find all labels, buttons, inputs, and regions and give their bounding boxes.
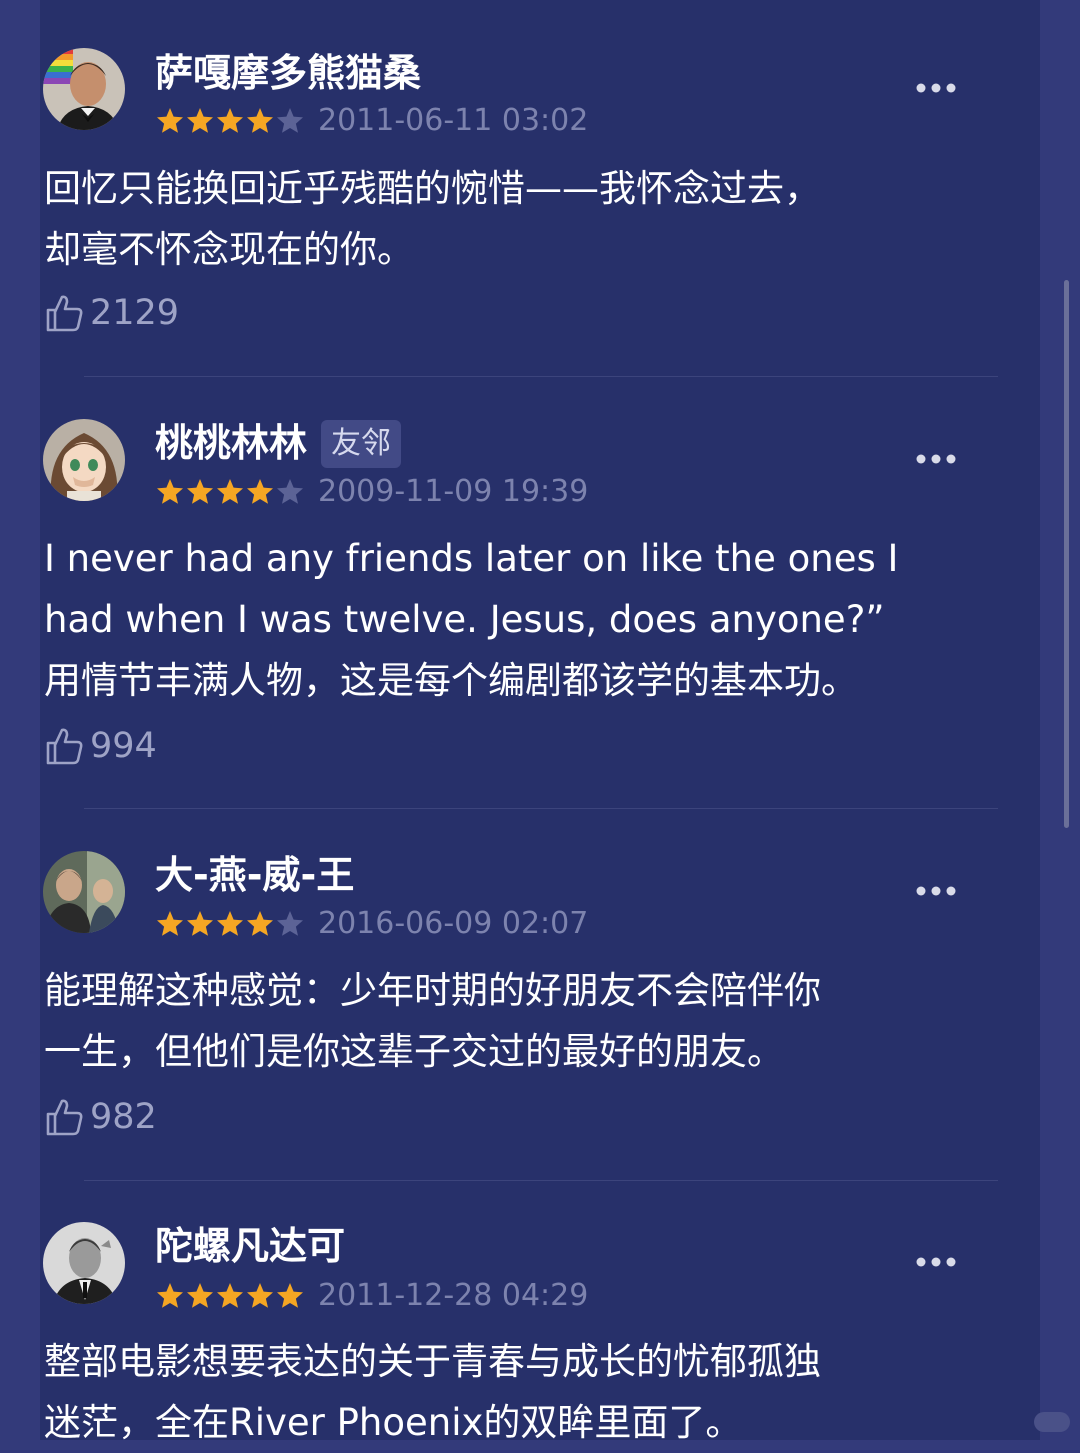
rating-stars <box>155 477 305 507</box>
like-count: 2129 <box>90 293 180 333</box>
star-filled-icon <box>187 479 213 504</box>
thumbs-up-icon <box>46 728 83 765</box>
star-filled-icon <box>217 1283 243 1308</box>
star-filled-icon <box>247 911 273 936</box>
star-empty-icon <box>277 108 303 133</box>
star-filled-icon <box>157 108 183 133</box>
thumbs-up-icon <box>46 295 83 332</box>
star-filled-icon <box>217 108 243 133</box>
review-date: 2016-06-09 02:07 <box>318 906 589 941</box>
thumbs-up-icon <box>46 1099 83 1136</box>
like-count: 994 <box>90 726 157 766</box>
user-name-text[interactable]: 桃桃林林 <box>155 421 307 465</box>
review-date: 2011-06-11 03:02 <box>318 103 589 138</box>
star-filled-icon <box>277 1283 303 1308</box>
star-filled-icon <box>157 911 183 936</box>
more-dots-icon[interactable] <box>915 82 957 94</box>
user-name[interactable]: 陀螺凡达可 <box>155 1223 345 1269</box>
review-text: 能理解这种感觉：少年时期的好朋友不会陪伴你 一生，但他们是你这辈子交过的最好的朋… <box>44 969 821 1073</box>
divider <box>84 808 998 809</box>
divider <box>84 376 998 377</box>
like-count: 982 <box>90 1097 157 1137</box>
star-filled-icon <box>187 108 213 133</box>
star-filled-icon <box>217 911 243 936</box>
rating-stars <box>155 1281 305 1311</box>
scrollbar[interactable] <box>1064 280 1069 828</box>
star-filled-icon <box>247 108 273 133</box>
user-name[interactable]: 大-燕-威-王 <box>155 852 354 898</box>
star-empty-icon <box>277 479 303 504</box>
watermark-logo <box>1034 1412 1070 1432</box>
more-dots-icon[interactable] <box>915 1256 957 1268</box>
star-filled-icon <box>187 911 213 936</box>
star-filled-icon <box>247 1283 273 1308</box>
more-dots-icon[interactable] <box>915 885 957 897</box>
review-text: 整部电影想要表达的关于青春与成长的忧郁孤独 迷茫，全在River Phoenix… <box>44 1340 821 1444</box>
star-filled-icon <box>247 479 273 504</box>
more-dots-icon[interactable] <box>915 453 957 465</box>
user-avatar[interactable] <box>43 1222 125 1304</box>
star-filled-icon <box>187 1283 213 1308</box>
review-text: 回忆只能换回近乎残酷的惋惜——我怀念过去， 却毫不怀念现在的你。 <box>44 167 821 271</box>
like-button[interactable]: 994 <box>44 725 157 767</box>
rating-stars <box>155 106 305 136</box>
star-filled-icon <box>157 479 183 504</box>
review-date: 2009-11-09 19:39 <box>318 474 589 509</box>
friend-badge: 友邻 <box>321 420 402 468</box>
like-button[interactable]: 982 <box>44 1096 157 1138</box>
user-avatar[interactable] <box>43 48 125 130</box>
user-name[interactable]: 萨嘎摩多熊猫桑 <box>155 50 421 96</box>
review-text: I never had any friends later on like th… <box>44 537 899 702</box>
star-filled-icon <box>157 1283 183 1308</box>
user-avatar[interactable] <box>43 419 125 501</box>
star-filled-icon <box>217 479 243 504</box>
divider <box>84 1180 998 1181</box>
user-name[interactable]: 桃桃林林 友邻 <box>155 420 402 468</box>
rating-stars <box>155 909 305 939</box>
user-avatar[interactable] <box>43 851 125 933</box>
review-date: 2011-12-28 04:29 <box>318 1278 589 1313</box>
star-empty-icon <box>277 911 303 936</box>
like-button[interactable]: 2129 <box>44 292 179 334</box>
